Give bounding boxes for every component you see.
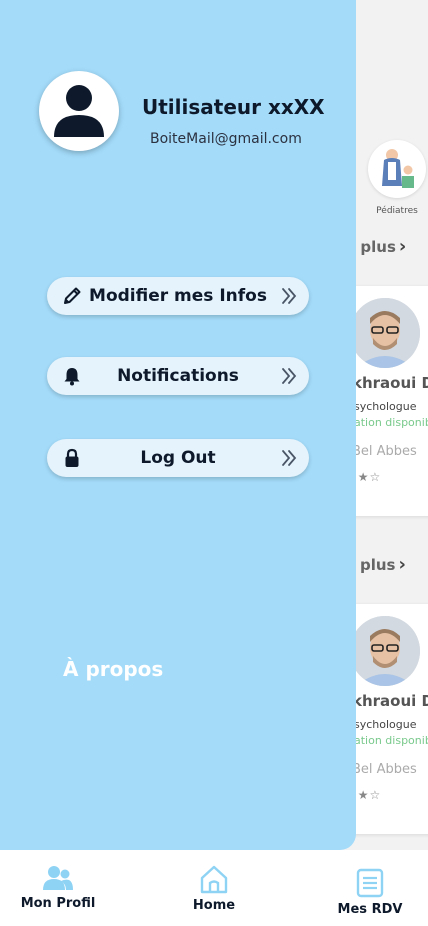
side-drawer: Utilisateur xxXX BoiteMail@gmail.com Mod… [0,0,356,850]
nav-home[interactable]: Home [174,864,254,913]
doctor-city: Bel Abbes [352,444,417,459]
doctor-name: khraoui Da [352,692,428,710]
chevron-right-icon: › [398,236,407,257]
appointment-list-icon [356,868,384,898]
users-icon [43,866,73,890]
nav-appointments-label: Mes RDV [337,902,403,917]
doctor-availability: ation disponib [354,416,428,429]
edit-info-label: Modifier mes Infos [89,286,267,306]
doctor-specialty: sychologue [354,400,417,413]
nav-appointments[interactable]: Mes RDV [330,868,410,917]
edit-info-button[interactable]: Modifier mes Infos [47,277,309,315]
user-email: BoiteMail@gmail.com [150,131,302,147]
logout-label: Log Out [140,448,216,468]
double-chevron-right-icon [282,288,297,304]
logout-button[interactable]: Log Out [47,439,309,477]
see-more-label: plus [360,556,396,574]
chevron-right-icon: › [398,554,406,575]
nav-profile[interactable]: Mon Profil [18,864,98,911]
bell-icon [64,368,80,386]
bottom-navigation: Mon Profil Home Mes RDV [0,850,428,926]
doctor-name: khraoui Da [352,374,428,392]
doctor-city: Bel Abbes [352,762,417,777]
nav-home-label: Home [192,898,236,913]
home-icon [200,865,228,894]
double-chevron-right-icon [282,368,297,384]
double-chevron-right-icon [282,450,297,466]
notifications-button[interactable]: Notifications [47,357,309,395]
see-more-link-2[interactable]: plus › [360,554,406,575]
notifications-label: Notifications [117,366,239,386]
nav-profile-label: Mon Profil [20,896,96,911]
category-pediatres[interactable]: Pédiatres [366,140,428,216]
doctor-avatar [350,616,420,686]
pencil-icon [64,287,81,304]
doctor-availability: ation disponib [354,734,428,747]
pediatrician-illustration-icon [368,140,426,198]
user-name: Utilisateur xxXX [142,95,325,119]
about-link[interactable]: À propos [63,657,163,681]
person-icon [54,85,104,137]
user-avatar[interactable] [39,71,119,151]
lock-icon [65,448,79,467]
doctor-specialty: sychologue [354,718,417,731]
category-label: Pédiatres [376,206,418,216]
doctor-avatar [350,298,420,368]
